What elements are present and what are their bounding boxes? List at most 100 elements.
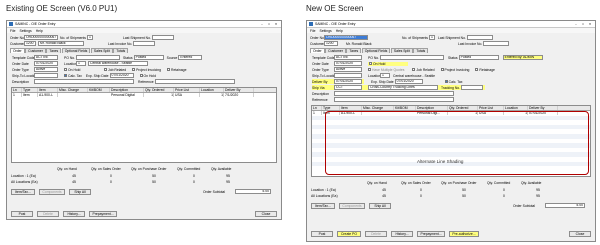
menu-settings[interactable]: Settings — [319, 29, 331, 33]
col-location[interactable]: Location — [200, 88, 224, 92]
reference-field[interactable] — [334, 97, 454, 102]
tab-optional-fields[interactable]: Optional Fields — [61, 48, 91, 53]
project-invoicing-check[interactable]: Project Invoicing — [440, 68, 469, 72]
prepayment-button[interactable]: Prepayment... — [417, 231, 445, 237]
retainage-check[interactable]: Retainage — [475, 68, 495, 72]
col-price[interactable]: Price List — [174, 88, 200, 92]
order-no-field[interactable]: ORD000000000067 — [24, 35, 58, 40]
create-po-button[interactable]: Create PO — [337, 231, 361, 237]
tab-optional-fields[interactable]: Optional Fields — [361, 48, 391, 53]
table-row[interactable]: 1 Item A1-900-L Personal Digital 1 USA 1… — [12, 93, 276, 98]
delete-button[interactable]: Delete — [365, 231, 387, 237]
order-lines-grid[interactable]: Ln Type Item Misc. Charge Kit/BOM Descri… — [11, 87, 277, 163]
tab-order[interactable]: Order — [310, 48, 325, 53]
components-button[interactable]: Components — [39, 189, 65, 195]
deliver-by-field[interactable]: 07/01/2020 — [334, 79, 362, 84]
ship-all-button[interactable]: Ship All — [369, 203, 391, 209]
close-icon[interactable]: ✕ — [587, 22, 593, 27]
ship-all-button[interactable]: Ship All — [69, 189, 91, 195]
col-qty[interactable]: Qty. Ordered — [448, 106, 478, 110]
reference-field[interactable] — [154, 79, 235, 84]
menu-help[interactable]: Help — [336, 29, 343, 33]
col-ln[interactable]: Ln — [12, 88, 22, 92]
calc-tax-check[interactable]: Calc. Tax — [444, 80, 463, 84]
minimize-icon[interactable]: – — [573, 22, 579, 27]
minimize-icon[interactable]: – — [259, 22, 265, 27]
tab-customer[interactable]: Customer — [25, 48, 46, 53]
col-ln[interactable]: Ln — [312, 106, 322, 110]
order-type-select[interactable]: Active — [334, 67, 362, 72]
po-field[interactable] — [76, 55, 120, 60]
exp-ship-field[interactable]: 07/01/2020 — [109, 73, 134, 78]
close-icon[interactable]: ✕ — [273, 22, 279, 27]
col-price[interactable]: Price List — [478, 106, 504, 110]
item-tax-button[interactable]: Item/Tax... — [11, 189, 35, 195]
tracking-field[interactable] — [461, 85, 484, 90]
menu-settings[interactable]: Settings — [19, 29, 31, 33]
post-button[interactable]: Post — [11, 211, 33, 217]
history-button[interactable]: History... — [391, 231, 413, 237]
maximize-icon[interactable]: □ — [266, 22, 272, 27]
customer-no-field[interactable]: 1200 — [324, 41, 338, 46]
order-date-field[interactable]: 07/01/2020 — [334, 61, 362, 66]
col-misc[interactable]: Misc. Charge — [58, 88, 88, 92]
customer-no-field[interactable]: 1200 — [24, 41, 36, 46]
menu-file[interactable]: File — [10, 29, 15, 33]
job-related-check[interactable]: Job Related — [104, 68, 126, 72]
location-field[interactable]: 1 — [76, 61, 86, 66]
po-field[interactable] — [380, 55, 444, 60]
tab-totals[interactable]: Totals — [413, 48, 429, 53]
job-related-check[interactable]: Job Related — [412, 68, 435, 72]
on-hold-check[interactable]: On Hold — [64, 68, 94, 72]
ship-to-field[interactable] — [34, 73, 58, 78]
col-desc[interactable]: Description — [110, 88, 144, 92]
exp-ship-field[interactable]: 07/01/2020 — [394, 79, 423, 84]
order-date-field[interactable]: 07/01/2020 — [34, 61, 58, 66]
maximize-icon[interactable]: □ — [580, 22, 586, 27]
col-item[interactable]: Item — [340, 106, 362, 110]
multiple-quotes-check[interactable]: Have Multiple Quotes — [368, 68, 404, 72]
order-no-field[interactable]: ORD000000000067 — [324, 35, 368, 40]
col-qty[interactable]: Qty. Ordered — [144, 88, 174, 92]
col-deliver[interactable]: Deliver By — [528, 106, 558, 110]
template-field[interactable]: ACTIVE — [334, 55, 362, 60]
on-hold-check-2[interactable]: On Hold — [139, 74, 156, 78]
tab-sales-split[interactable]: Sales Split — [90, 48, 113, 53]
tab-sales-split[interactable]: Sales Split — [390, 48, 413, 53]
col-kit[interactable]: Kit/BOM — [88, 88, 110, 92]
ship-via-field[interactable]: CCT — [334, 85, 362, 90]
tab-taxes[interactable]: Taxes — [346, 48, 362, 53]
location-field[interactable]: 1 — [380, 73, 390, 78]
menu-help[interactable]: Help — [36, 29, 43, 33]
project-invoicing-check[interactable]: Project Invoicing — [132, 68, 161, 72]
on-hold-check[interactable]: On Hold — [368, 61, 408, 66]
template-field[interactable]: ACTIVE — [34, 55, 58, 60]
col-desc[interactable]: Description — [416, 106, 448, 110]
col-type[interactable]: Type — [22, 88, 38, 92]
close-button[interactable]: Close — [255, 211, 277, 217]
col-location[interactable]: Location — [504, 106, 528, 110]
history-button[interactable]: History... — [63, 211, 85, 217]
menu-file[interactable]: File — [310, 29, 315, 33]
retainage-check[interactable]: Retainage — [167, 68, 186, 72]
description-field[interactable] — [34, 79, 134, 84]
description-field[interactable] — [334, 91, 454, 96]
col-deliver[interactable]: Deliver By — [224, 88, 254, 92]
components-button[interactable]: Components — [339, 203, 365, 209]
prepayment-button[interactable]: Prepayment... — [89, 211, 117, 217]
close-button[interactable]: Close — [569, 231, 591, 237]
tab-totals[interactable]: Totals — [113, 48, 129, 53]
calc-tax-check[interactable]: Calc. Tax — [64, 74, 82, 78]
col-type[interactable]: Type — [322, 106, 340, 110]
col-kit[interactable]: Kit/BOM — [394, 106, 416, 110]
tab-order[interactable]: Order — [10, 48, 25, 53]
col-misc[interactable]: Misc. Charge — [362, 106, 394, 110]
pre-authorize-button[interactable]: Pre-authorize... — [449, 231, 479, 237]
tab-taxes[interactable]: Taxes — [46, 48, 62, 53]
order-type-select[interactable]: Active — [34, 67, 58, 72]
ship-to-field[interactable] — [334, 73, 362, 78]
delete-button[interactable]: Delete — [37, 211, 59, 217]
tab-customer[interactable]: Customer — [325, 48, 346, 53]
post-button[interactable]: Post — [311, 231, 333, 237]
item-tax-button[interactable]: Item/Tax... — [311, 203, 335, 209]
